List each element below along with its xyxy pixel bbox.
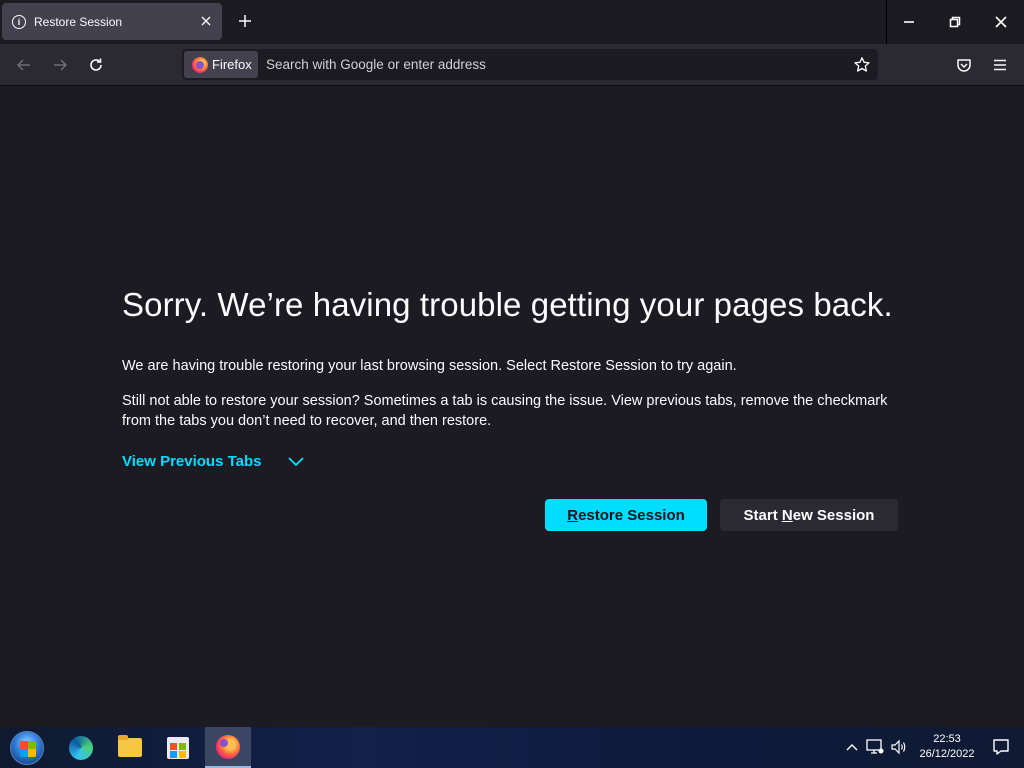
- clock-time: 22:53: [933, 733, 961, 745]
- taskbar-firefox[interactable]: [205, 727, 251, 768]
- restore-button[interactable]: [932, 0, 978, 44]
- start-new-session-label-start: Start: [743, 506, 782, 524]
- arrow-left-icon: [16, 59, 30, 71]
- url-input[interactable]: [266, 53, 826, 76]
- plus-icon: [239, 15, 251, 27]
- network-status[interactable]: [865, 737, 885, 757]
- back-button[interactable]: [10, 51, 38, 79]
- pocket-icon: [957, 59, 971, 72]
- page-title: Sorry. We’re having trouble getting your…: [122, 286, 893, 323]
- new-tab-button[interactable]: [232, 8, 258, 34]
- volume-control[interactable]: [889, 737, 909, 757]
- restore-session-button[interactable]: Restore Session: [545, 499, 707, 531]
- restore-session-access-key: R: [567, 506, 579, 524]
- chevron-up-icon: [846, 744, 858, 751]
- volume-icon: [891, 739, 906, 755]
- start-button[interactable]: [4, 727, 50, 768]
- pocket-button[interactable]: [950, 51, 978, 79]
- hamburger-menu-icon: [994, 59, 1006, 71]
- minimize-icon: [904, 21, 914, 23]
- close-icon: [995, 16, 1007, 28]
- info-icon: i: [12, 15, 26, 29]
- reload-icon: [90, 58, 102, 71]
- start-new-session-button[interactable]: Start New Session: [720, 499, 898, 531]
- action-buttons: Restore Session Start New Session: [545, 499, 898, 531]
- arrow-right-icon: [54, 59, 68, 71]
- session-restore-container: Sorry. We’re having trouble getting your…: [122, 286, 900, 531]
- start-new-session-access-key: N: [781, 506, 793, 524]
- forward-button[interactable]: [46, 51, 74, 79]
- system-clock[interactable]: 22:53 26/12/2022: [912, 732, 982, 762]
- close-window-button[interactable]: [978, 0, 1024, 44]
- taskbar-file-explorer[interactable]: [107, 727, 153, 768]
- window-controls: [886, 0, 1024, 44]
- windows-taskbar: 22:53 26/12/2022: [0, 727, 1024, 768]
- start-new-session-label-end: ew Session: [792, 506, 875, 524]
- show-hidden-icons-button[interactable]: [842, 737, 862, 757]
- clock-date: 26/12/2022: [919, 748, 975, 760]
- page-content: Sorry. We’re having trouble getting your…: [0, 86, 1024, 727]
- taskbar-store[interactable]: [155, 727, 201, 768]
- restore-icon: [949, 16, 961, 28]
- tab-title: Restore Session: [34, 15, 123, 29]
- identity-box[interactable]: Firefox: [184, 51, 258, 78]
- firefox-icon: [216, 734, 240, 759]
- url-bar[interactable]: Firefox: [182, 49, 878, 80]
- store-icon: [167, 736, 189, 759]
- firefox-icon: [192, 56, 208, 73]
- bookmark-button[interactable]: [852, 55, 872, 75]
- tab-restore-session[interactable]: i Restore Session: [2, 3, 222, 40]
- start-orb-icon: [10, 730, 44, 765]
- action-center-button[interactable]: [991, 737, 1011, 757]
- description-text: We are having trouble restoring your las…: [122, 358, 737, 374]
- taskbar-edge[interactable]: [58, 727, 104, 768]
- network-icon: [866, 739, 884, 754]
- restore-session-label: estore Session: [578, 506, 685, 524]
- scrollbar[interactable]: [1020, 86, 1024, 727]
- tab-strip: i Restore Session: [0, 0, 1024, 44]
- application-menu-button[interactable]: [986, 51, 1014, 79]
- view-previous-tabs-label: View Previous Tabs: [122, 453, 262, 470]
- close-tab-icon[interactable]: [198, 13, 214, 29]
- view-previous-tabs-toggle[interactable]: View Previous Tabs: [122, 453, 900, 470]
- navigation-toolbar: Firefox: [0, 44, 1024, 86]
- star-icon: [854, 57, 870, 72]
- minimize-button[interactable]: [886, 0, 932, 44]
- edge-icon: [69, 735, 93, 760]
- file-explorer-icon: [118, 735, 142, 757]
- help-text: Still not able to restore your session? …: [122, 393, 888, 429]
- notifications-icon: [993, 739, 1009, 755]
- identity-label: Firefox: [212, 57, 252, 72]
- chevron-down-icon: [287, 456, 304, 467]
- reload-button[interactable]: [82, 51, 110, 79]
